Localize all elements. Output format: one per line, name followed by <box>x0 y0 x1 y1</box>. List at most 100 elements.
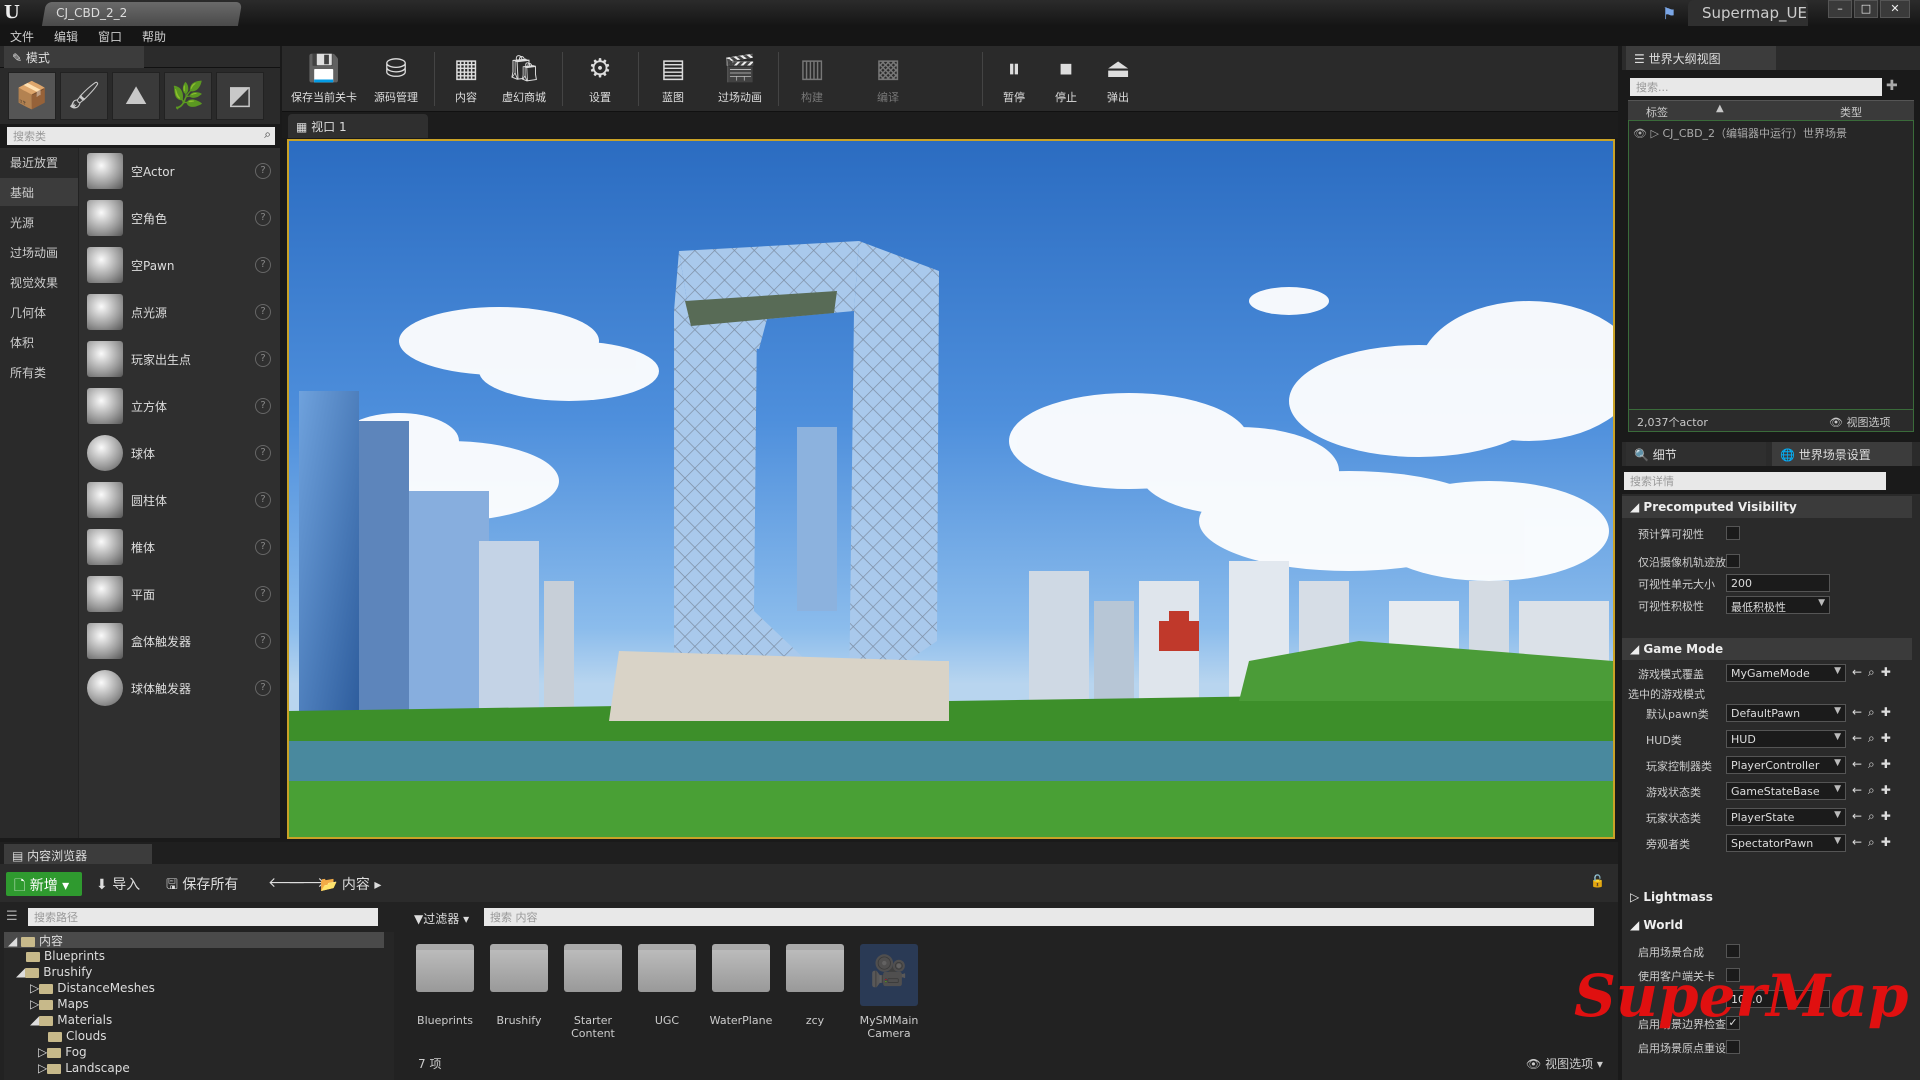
tree-node[interactable]: ◢ Brushify <box>4 965 92 981</box>
class-search-input[interactable]: 搜索类 ⌕ <box>7 127 275 145</box>
player-controller-dropdown[interactable]: PlayerController ▼ <box>1726 756 1846 774</box>
landscape-mode-button[interactable]: ⛰ <box>112 72 160 120</box>
outliner-row[interactable]: 👁 ▷ CJ_CBD_2（编辑器中运行）世界场景 <box>1633 125 1911 143</box>
list-item[interactable]: 球体触发器? <box>79 665 281 712</box>
build-button[interactable]: ▥ 构建 <box>784 52 840 110</box>
menu-file[interactable]: 文件 <box>10 28 34 45</box>
blueprints-button[interactable]: ▤ 蓝图 <box>646 52 700 110</box>
compile-button[interactable]: ▩ 编译 <box>860 52 916 110</box>
help-icon[interactable]: ? <box>255 445 271 461</box>
foliage-mode-button[interactable]: 🌿 <box>164 72 212 120</box>
help-icon[interactable]: ? <box>255 398 271 414</box>
geometry-mode-button[interactable]: ◩ <box>216 72 264 120</box>
eye-icon[interactable]: 👁 <box>1633 127 1647 140</box>
checkbox[interactable] <box>1726 944 1740 958</box>
category-visual-effects[interactable]: 视觉效果 <box>0 268 78 296</box>
list-item[interactable]: 立方体? <box>79 383 281 430</box>
expand-arrow-icon[interactable]: ▷ <box>1650 127 1658 140</box>
list-item[interactable]: 空角色? <box>79 195 281 242</box>
path-breadcrumb[interactable]: 📂 内容 ▸ <box>320 874 381 894</box>
checkbox[interactable] <box>1726 554 1740 568</box>
category-basic[interactable]: 基础 <box>0 178 78 206</box>
pause-button[interactable]: ⏸ 暂停 <box>990 52 1038 110</box>
tab-world-outliner[interactable]: ☰ 世界大纲视图 <box>1626 46 1776 70</box>
list-item[interactable]: 空Pawn? <box>79 242 281 289</box>
list-item[interactable]: 圆柱体? <box>79 477 281 524</box>
help-icon[interactable]: ? <box>255 351 271 367</box>
sources-toggle-icon[interactable]: ☰ <box>6 909 18 924</box>
minimize-button[interactable]: – <box>1828 0 1852 18</box>
list-item[interactable]: 球体? <box>79 430 281 477</box>
save-level-button[interactable]: 💾 保存当前关卡 <box>288 52 360 110</box>
save-all-button[interactable]: 🖫 保存所有 <box>166 874 238 898</box>
list-item[interactable]: 玩家出生点? <box>79 336 281 383</box>
section-game-mode[interactable]: ◢ Game Mode <box>1622 638 1912 660</box>
view-options-button[interactable]: 👁 视图选项 <box>1829 414 1890 430</box>
help-icon[interactable]: ? <box>255 633 271 649</box>
help-icon[interactable]: ? <box>255 163 271 179</box>
hud-dropdown[interactable]: HUD ▼ <box>1726 730 1846 748</box>
list-item[interactable]: 椎体? <box>79 524 281 571</box>
help-icon[interactable]: ? <box>255 539 271 555</box>
eject-button[interactable]: ⏏ 弹出 <box>1094 52 1142 110</box>
checkbox[interactable] <box>1726 526 1740 540</box>
category-recent[interactable]: 最近放置 <box>0 148 78 176</box>
marketplace-button[interactable]: 🛍 虚幻商城 <box>494 52 554 110</box>
tab-world-settings[interactable]: 🌐 世界场景设置 <box>1772 442 1912 466</box>
tab-viewport[interactable]: ▦ 视口 1 <box>288 114 428 138</box>
view-options-button[interactable]: 👁 视图选项 ▾ <box>1526 1055 1603 1072</box>
list-item[interactable]: 空Actor? <box>79 148 281 195</box>
help-icon[interactable]: ? <box>255 304 271 320</box>
tree-node[interactable]: ◢ Materials <box>4 1013 112 1029</box>
game-state-dropdown[interactable]: GameStateBase ▼ <box>1726 782 1846 800</box>
section-lightmass[interactable]: ▷ Lightmass <box>1622 886 1912 908</box>
column-label[interactable]: 标签 <box>1646 104 1668 120</box>
help-icon[interactable]: ? <box>255 210 271 226</box>
folder-asset[interactable]: zcy <box>782 938 848 1048</box>
aggressiveness-dropdown[interactable]: 最低积极性 ▼ <box>1726 596 1830 614</box>
source-control-button[interactable]: ⛁ 源码管理 <box>366 52 426 110</box>
tree-node[interactable]: Clouds <box>4 1029 107 1045</box>
place-mode-button[interactable]: 📦 <box>8 72 56 120</box>
level-viewport[interactable] <box>287 139 1615 839</box>
folder-asset[interactable]: WaterPlane <box>708 938 774 1048</box>
section-precomputed-visibility[interactable]: ◢ Precomputed Visibility <box>1622 496 1912 518</box>
paint-mode-button[interactable]: 🖌 <box>60 72 108 120</box>
spectator-dropdown[interactable]: SpectatorPawn ▼ <box>1726 834 1846 852</box>
category-all-classes[interactable]: 所有类 <box>0 358 78 386</box>
close-button[interactable]: ✕ <box>1880 0 1910 18</box>
help-icon[interactable]: ? <box>255 257 271 273</box>
tab-details[interactable]: 🔍 细节 <box>1626 442 1766 466</box>
content-search-input[interactable]: 搜索 内容 <box>484 908 1594 926</box>
tree-node[interactable]: ▷ Maps <box>4 997 89 1013</box>
player-state-dropdown[interactable]: PlayerState ▼ <box>1726 808 1846 826</box>
category-volumes[interactable]: 体积 <box>0 328 78 356</box>
game-mode-dropdown[interactable]: MyGameMode ▼ <box>1726 664 1846 682</box>
add-new-button[interactable]: 🗋 新增 ▾ <box>6 872 82 896</box>
folder-asset[interactable]: Blueprints <box>412 938 478 1048</box>
tree-node[interactable]: ▷ DistanceMeshes <box>4 981 155 997</box>
path-search-input[interactable]: 搜索路径 <box>28 908 378 926</box>
column-type[interactable]: 类型 <box>1840 104 1862 120</box>
help-icon[interactable]: ? <box>255 492 271 508</box>
outliner-search-input[interactable]: 搜索... <box>1630 78 1882 96</box>
import-button[interactable]: ⬇ 导入 <box>96 874 140 894</box>
menu-window[interactable]: 窗口 <box>98 28 122 45</box>
tree-node[interactable]: ▷ Landscape <box>4 1061 130 1077</box>
help-icon[interactable]: ? <box>255 680 271 696</box>
help-icon[interactable]: ? <box>255 586 271 602</box>
category-lights[interactable]: 光源 <box>0 208 78 236</box>
folder-asset[interactable]: Starter Content <box>560 938 626 1048</box>
list-item[interactable]: 盒体触发器? <box>79 618 281 665</box>
section-world[interactable]: ◢ World <box>1622 914 1912 936</box>
cinematics-button[interactable]: 🎬 过场动画 <box>708 52 772 110</box>
filters-button[interactable]: ▼过滤器 ▾ <box>414 910 469 927</box>
list-item[interactable]: 点光源? <box>79 289 281 336</box>
cell-size-field[interactable]: 200 <box>1726 574 1830 592</box>
lock-icon[interactable]: 🔓 <box>1590 874 1605 888</box>
default-pawn-dropdown[interactable]: DefaultPawn ▼ <box>1726 704 1846 722</box>
maximize-button[interactable]: □ <box>1854 0 1878 18</box>
tab-modes[interactable]: ✎ 模式 <box>4 46 144 68</box>
tree-node[interactable]: Blueprints <box>4 949 105 965</box>
add-filter-icon[interactable]: ✚ <box>1886 78 1904 96</box>
